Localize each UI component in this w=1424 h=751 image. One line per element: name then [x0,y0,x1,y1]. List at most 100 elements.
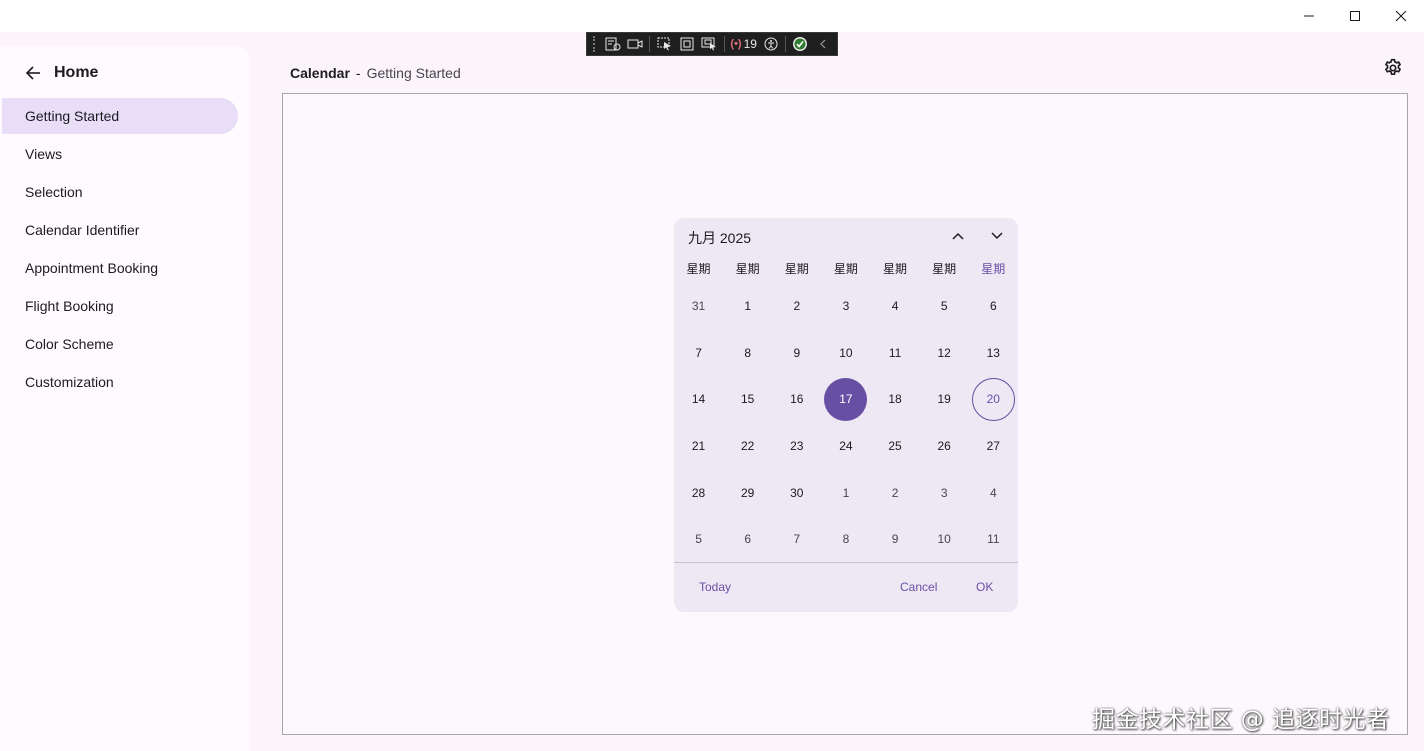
select-element-button[interactable] [656,36,672,52]
record-button[interactable] [627,36,643,52]
weekday-label: 星期 [784,262,809,276]
day-cell-selected[interactable]: 17 [821,376,870,423]
sidebar-item-getting-started[interactable]: Getting Started [2,98,238,134]
day-cell[interactable]: 22 [723,423,772,470]
gear-icon [1385,58,1401,75]
day-cell[interactable]: 15 [723,376,772,423]
home-back-button[interactable]: Home [24,62,98,84]
accessibility-icon [764,37,778,51]
cancel-button[interactable]: Cancel [900,580,937,594]
day-cell[interactable]: 6 [723,516,772,563]
day-number: 2 [891,485,899,500]
next-month-button[interactable] [986,226,1008,246]
sidebar-item-flight-booking[interactable]: Flight Booking [2,288,238,324]
day-cell[interactable]: 3 [821,283,870,330]
day-cell[interactable]: 25 [871,423,920,470]
calendar-picker: 九月 2025 星期 星期 星期 星期 星期 星期 星期 31 1 2 3 4 … [674,218,1018,612]
day-cell[interactable]: 2 [871,469,920,516]
day-cell-today[interactable]: 20 [969,376,1018,423]
month-year-button[interactable]: 九月 2025 [688,228,751,248]
day-cell[interactable]: 19 [920,376,969,423]
sidebar-item-color-scheme[interactable]: Color Scheme [2,326,238,362]
day-cell[interactable]: 4 [969,469,1018,516]
sidebar-item-views[interactable]: Views [2,136,238,172]
minimize-button[interactable] [1286,0,1332,32]
day-number: 13 [986,345,1000,360]
watermark: 掘金技术社区 @ 追逐时光者 [1092,707,1390,733]
day-cell[interactable]: 13 [969,330,1018,377]
day-cell[interactable]: 6 [969,283,1018,330]
toolbar-divider [649,36,651,52]
accessibility-checker-button[interactable] [763,36,779,52]
sidebar-item-customization[interactable]: Customization [2,364,238,400]
day-cell[interactable]: 18 [871,376,920,423]
day-cell[interactable]: 4 [871,283,920,330]
day-cell[interactable]: 28 [674,469,723,516]
day-cell[interactable]: 14 [674,376,723,423]
toolbar-divider [785,36,787,52]
ok-button[interactable]: OK [976,580,993,594]
settings-button[interactable] [1382,57,1404,79]
day-cell[interactable]: 7 [674,330,723,377]
day-cell[interactable]: 9 [772,330,821,377]
day-cell[interactable]: 8 [723,330,772,377]
day-cell[interactable]: 10 [920,516,969,563]
day-cell[interactable]: 5 [920,283,969,330]
day-cell[interactable]: 26 [920,423,969,470]
day-cell[interactable]: 10 [821,330,870,377]
day-cell[interactable]: 3 [920,469,969,516]
day-cell[interactable]: 29 [723,469,772,516]
chevron-left-icon [819,39,826,49]
day-number: 11 [987,532,1000,547]
sidebar-item-calendar-identifier[interactable]: Calendar Identifier [2,212,238,248]
day-cell[interactable]: 27 [969,423,1018,470]
toolbar-grip[interactable] [593,36,599,52]
day-cell[interactable]: 31 [674,283,723,330]
sidebar: Home Getting Started Views Selection Cal… [0,46,250,751]
page-title: Calendar [290,65,350,81]
sidebar-item-appointment-booking[interactable]: Appointment Booking [2,250,238,286]
day-cell[interactable]: 1 [723,283,772,330]
day-cell[interactable]: 11 [871,330,920,377]
day-number: 2 [793,299,801,314]
day-cell[interactable]: 5 [674,516,723,563]
day-cell[interactable]: 30 [772,469,821,516]
day-number: 25 [888,439,902,454]
day-cell[interactable]: 2 [772,283,821,330]
collapse-toolbar-button[interactable] [815,36,831,52]
track-focus-button[interactable] [701,36,717,52]
day-cell[interactable]: 23 [772,423,821,470]
close-button[interactable] [1378,0,1424,32]
day-number: 4 [891,299,899,314]
day-cell[interactable]: 8 [821,516,870,563]
sidebar-item-selection[interactable]: Selection [2,174,238,210]
weekday-label: 星期 [686,262,711,276]
live-visual-tree-button[interactable] [605,36,621,52]
day-cell[interactable]: 7 [772,516,821,563]
day-cell[interactable]: 9 [871,516,920,563]
day-cell[interactable]: 1 [821,469,870,516]
layout-adorner-button[interactable] [679,36,695,52]
day-cell[interactable]: 21 [674,423,723,470]
day-number: 24 [839,439,853,454]
day-number: 7 [793,532,801,547]
maximize-button[interactable] [1332,0,1378,32]
maximize-icon [1350,11,1360,21]
binding-failures-button[interactable]: (•) 19 [730,37,757,51]
day-cell[interactable]: 11 [969,516,1018,563]
day-number: 4 [989,485,997,500]
day-number: 20 [971,377,1015,421]
day-cell[interactable]: 12 [920,330,969,377]
debug-toolbar: (•) 19 [586,32,838,56]
camera-icon [627,39,643,49]
day-number: 26 [937,439,951,454]
previous-month-button[interactable] [947,226,969,246]
weekday-label: 星期 [833,262,858,276]
day-number: 27 [986,439,1000,454]
day-number: 1 [842,485,850,500]
day-cell[interactable]: 24 [821,423,870,470]
today-button[interactable]: Today [699,580,731,594]
day-cell[interactable]: 16 [772,376,821,423]
status-ok-button[interactable] [792,36,808,52]
weekday-header: 星期 星期 星期 星期 星期 星期 星期 [674,260,1018,278]
